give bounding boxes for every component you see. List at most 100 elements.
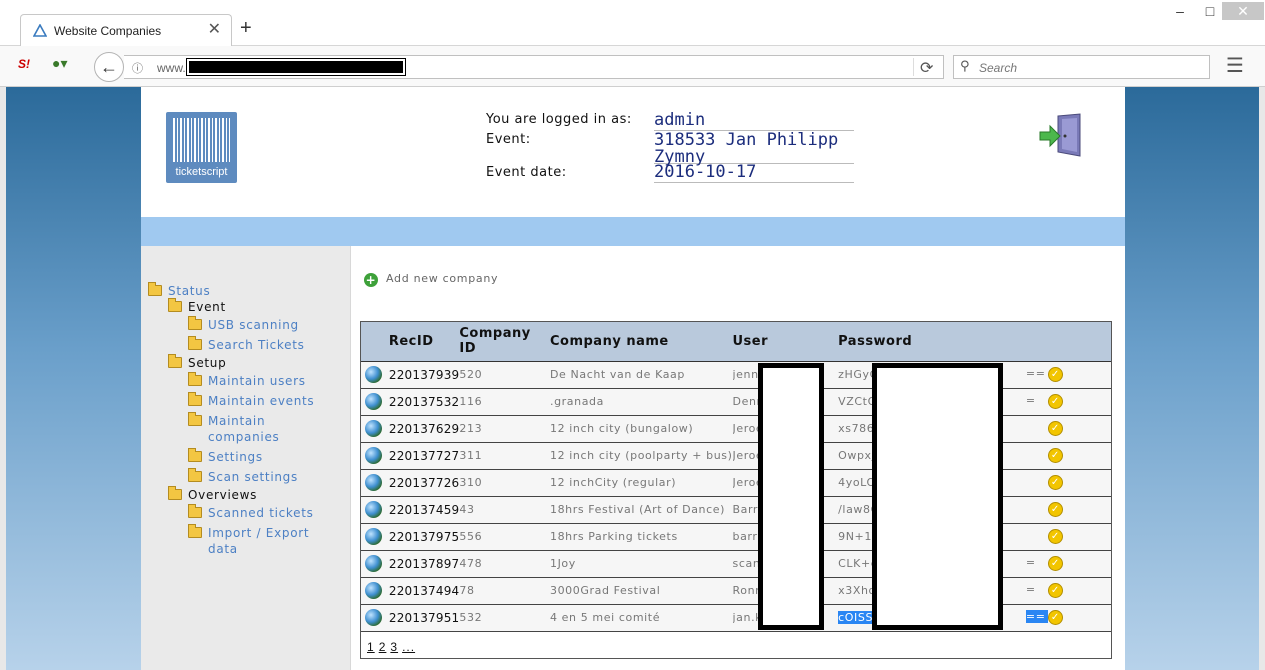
logout-door-icon[interactable] — [1038, 112, 1086, 160]
col-user[interactable]: User — [732, 322, 839, 362]
window-close-icon[interactable]: ✕ — [1222, 2, 1264, 20]
check-icon[interactable]: ✓ — [1047, 367, 1063, 382]
cell-recid-text: 220137939 — [388, 367, 460, 382]
tab-title: Website Companies — [54, 24, 162, 38]
logo-text: ticketscript — [175, 166, 228, 178]
globe-icon[interactable] — [365, 555, 382, 572]
check-icon[interactable]: ✓ — [1047, 421, 1063, 436]
sidebar-item-label: USB scanning — [208, 318, 299, 332]
check-icon[interactable]: ✓ — [1047, 502, 1063, 517]
sidebar-item-import-export[interactable]: Import / Export — [188, 524, 309, 541]
globe-icon — [361, 415, 389, 443]
globe-icon[interactable] — [365, 420, 382, 437]
event-label: Event: — [486, 132, 531, 147]
globe-icon[interactable] — [365, 501, 382, 518]
sidebar-item-usb-scanning[interactable]: USB scanning — [188, 316, 299, 333]
globe-icon — [361, 496, 389, 524]
cell-company-name: 18hrs Parking tickets — [549, 523, 733, 551]
cell-recid: 220137532 — [388, 388, 460, 416]
sidebar-item-setup[interactable]: Setup — [168, 354, 226, 371]
globe-icon[interactable] — [365, 528, 382, 545]
cell-action: ✓ — [1025, 523, 1111, 551]
sidebar-item-search-tickets[interactable]: Search Tickets — [188, 336, 305, 353]
sidebar-item-overviews[interactable]: Overviews — [168, 486, 257, 503]
info-icon[interactable]: ⓘ — [132, 60, 143, 76]
globe-icon — [361, 442, 389, 470]
back-button[interactable]: ← — [94, 52, 124, 82]
minimize-icon[interactable]: – — [1166, 2, 1194, 20]
cell-company-id-text: 520 — [459, 368, 483, 381]
close-tab-icon[interactable]: ✕ — [208, 21, 221, 39]
cell-company-name-text: 12 inch city (poolparty + bus) — [549, 449, 733, 462]
cell-password-text: cOISS — [838, 611, 874, 624]
window-frame-right — [1259, 87, 1265, 670]
addon-s-icon[interactable]: S! — [18, 57, 30, 71]
cell-company-name-text: 18hrs Festival (Art of Dance) — [549, 503, 726, 516]
cell-company-id-text: 532 — [459, 611, 483, 624]
cell-company-id: 213 — [459, 415, 550, 443]
globe-icon[interactable] — [365, 582, 382, 599]
col-recid[interactable]: RecID — [388, 322, 460, 362]
page-link-3[interactable]: 3 — [390, 640, 398, 654]
browser-tab[interactable]: Website Companies ✕ — [20, 14, 232, 46]
page-link-more[interactable]: ... — [402, 640, 415, 654]
sidebar-item-maintain-companies[interactable]: Maintain — [188, 412, 265, 429]
folder-icon — [188, 316, 202, 330]
cell-recid: 220137727 — [388, 442, 460, 470]
sidebar-item-label: Maintain events — [208, 394, 315, 408]
check-icon[interactable]: ✓ — [1047, 610, 1063, 625]
cell-action: ✓ — [1025, 415, 1111, 443]
cell-company-name: 18hrs Festival (Art of Dance) — [549, 496, 733, 524]
sidebar-item-settings[interactable]: Settings — [188, 448, 263, 465]
cell-company-id: 532 — [459, 604, 550, 632]
search-bar[interactable]: ⚲ Search — [953, 55, 1210, 79]
sidebar-item-maintain-companies-line2[interactable]: companies — [208, 429, 279, 445]
cell-company-name-text: .granada — [549, 395, 604, 408]
sidebar-item-maintain-events[interactable]: Maintain events — [188, 392, 315, 409]
new-tab-button[interactable]: + — [240, 18, 252, 38]
cell-company-name-text: 18hrs Parking tickets — [549, 530, 678, 543]
globe-icon[interactable] — [365, 609, 382, 626]
add-company-link[interactable]: + Add new company — [364, 272, 498, 287]
hamburger-menu-icon[interactable]: ☰ — [1226, 56, 1244, 76]
page-link-1[interactable]: 1 — [367, 640, 375, 654]
cell-company-name-text: 12 inch city (bungalow) — [549, 422, 694, 435]
cell-company-name: De Nacht van de Kaap — [549, 361, 733, 389]
sidebar-item-status[interactable]: Status — [148, 282, 210, 299]
col-company-name[interactable]: Company name — [549, 322, 733, 362]
check-icon[interactable]: ✓ — [1047, 448, 1063, 463]
header-band — [141, 217, 1125, 246]
cell-action: == ✓ — [1025, 604, 1111, 632]
sidebar-item-scan-settings[interactable]: Scan settings — [188, 468, 298, 485]
sidebar-item-event[interactable]: Event — [168, 298, 226, 315]
browser-navbar: S! ●▾ ← ⓘ www. ⟳ ⚲ Search ☰ — [0, 46, 1265, 87]
folder-icon — [188, 336, 202, 350]
check-icon[interactable]: ✓ — [1047, 475, 1063, 490]
cell-company-name: 12 inchCity (regular) — [549, 469, 733, 497]
reload-icon[interactable]: ⟳ — [920, 58, 933, 78]
cell-company-id: 310 — [459, 469, 550, 497]
onion-addon-icon[interactable]: ●▾ — [52, 55, 67, 72]
page-link-2[interactable]: 2 — [379, 640, 387, 654]
url-bar[interactable]: ⓘ www. ⟳ — [124, 55, 944, 79]
check-icon[interactable]: ✓ — [1047, 556, 1063, 571]
globe-icon[interactable] — [365, 474, 382, 491]
col-password[interactable]: Password — [838, 322, 1026, 362]
sidebar-item-import-export-line2[interactable]: data — [208, 541, 238, 557]
maximize-icon[interactable]: □ — [1196, 2, 1224, 20]
globe-icon[interactable] — [365, 447, 382, 464]
check-icon[interactable]: ✓ — [1047, 529, 1063, 544]
barcode-icon — [173, 118, 230, 162]
ticketscript-logo[interactable]: ticketscript — [166, 112, 237, 183]
folder-icon — [188, 504, 202, 518]
check-icon[interactable]: ✓ — [1047, 583, 1063, 598]
col-icon — [361, 322, 389, 362]
cell-company-id-text: 213 — [459, 422, 483, 435]
globe-icon[interactable] — [365, 366, 382, 383]
globe-icon[interactable] — [365, 393, 382, 410]
col-company-id[interactable]: Company ID — [459, 322, 550, 362]
cell-action: = ✓ — [1025, 388, 1111, 416]
check-icon[interactable]: ✓ — [1047, 394, 1063, 409]
sidebar-item-scanned-tickets[interactable]: Scanned tickets — [188, 504, 314, 521]
sidebar-item-maintain-users[interactable]: Maintain users — [188, 372, 306, 389]
